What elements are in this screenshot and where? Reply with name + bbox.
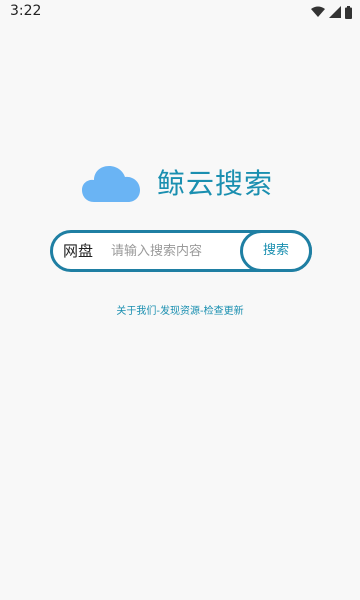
check-update-link[interactable]: 检查更新 [204, 306, 244, 317]
status-bar: 3:22 [0, 0, 360, 24]
search-button[interactable]: 搜索 [240, 230, 312, 272]
status-time: 3:22 [10, 3, 42, 19]
app-title: 鲸云搜索 [157, 167, 274, 200]
discover-resources-link[interactable]: 发现资源 [160, 306, 200, 317]
search-bar: 网盘 搜索 [50, 230, 312, 272]
battery-icon [345, 5, 352, 19]
about-us-link[interactable]: 关于我们 [116, 306, 156, 317]
status-icons [311, 5, 352, 19]
logo-row: 鲸云搜索 [0, 162, 360, 208]
signal-icon [329, 6, 341, 18]
cloud-icon [82, 164, 140, 204]
wifi-icon [311, 6, 325, 18]
footer-links: 关于我们-发现资源-检查更新 [0, 302, 360, 317]
search-input[interactable] [111, 237, 241, 265]
category-label[interactable]: 网盘 [63, 233, 93, 269]
